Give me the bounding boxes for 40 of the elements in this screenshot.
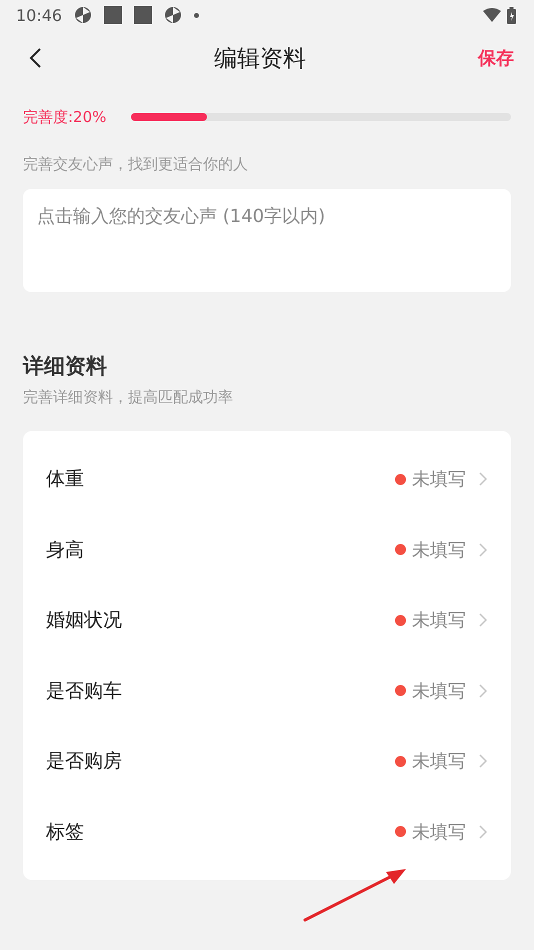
battery-icon (507, 6, 516, 24)
notification-icon (104, 6, 122, 24)
section-subtitle: 完善详细资料，提高匹配成功率 (23, 388, 234, 407)
field-value: 未填写 (412, 609, 466, 632)
notification-icon (134, 6, 152, 24)
field-label: 婚姻状况 (46, 608, 123, 634)
detail-row[interactable]: 是否购房 未填写 (23, 726, 511, 796)
notification-icon (74, 6, 92, 24)
field-value: 未填写 (412, 750, 466, 774)
chevron-icon (479, 613, 487, 628)
field-value: 未填写 (412, 680, 466, 703)
chevron-icon (479, 824, 487, 839)
status-time: 10:46 (16, 6, 62, 24)
detail-row[interactable]: 标签 未填写 (23, 796, 511, 867)
detail-row[interactable]: 是否购车 未填写 (23, 656, 511, 726)
wifi-icon (483, 8, 501, 22)
message-field[interactable]: 点击输入您的交友心声 (140字以内) (23, 189, 511, 292)
field-value: 未填写 (412, 820, 466, 844)
section-title: 详细资料 (23, 353, 108, 380)
field-value: 未填写 (412, 468, 466, 492)
hint-text: 完善交友心声，找到更适合你的人 (23, 155, 249, 175)
back-button[interactable] (28, 47, 42, 69)
dot-icon (194, 12, 200, 18)
detail-row[interactable]: 体重 未填写 (23, 444, 511, 514)
chevron-icon (479, 754, 487, 768)
field-label: 标签 (46, 820, 85, 845)
field-label: 体重 (46, 467, 85, 492)
field-label: 是否购车 (46, 678, 123, 704)
completeness-label: 完善度:20% (23, 108, 108, 126)
field-label: 身高 (46, 538, 85, 563)
chevron-icon (479, 472, 487, 486)
back-icon (28, 47, 42, 69)
notification-icon (164, 6, 182, 24)
page-title: 编辑资料 (214, 44, 306, 74)
chevron-icon (479, 542, 487, 557)
field-label: 是否购房 (46, 749, 123, 774)
field-value: 未填写 (412, 538, 466, 562)
detail-row[interactable]: 婚姻状况 未填写 (23, 585, 511, 656)
chevron-icon (479, 684, 487, 698)
detail-row[interactable]: 身高 未填写 (23, 514, 511, 585)
